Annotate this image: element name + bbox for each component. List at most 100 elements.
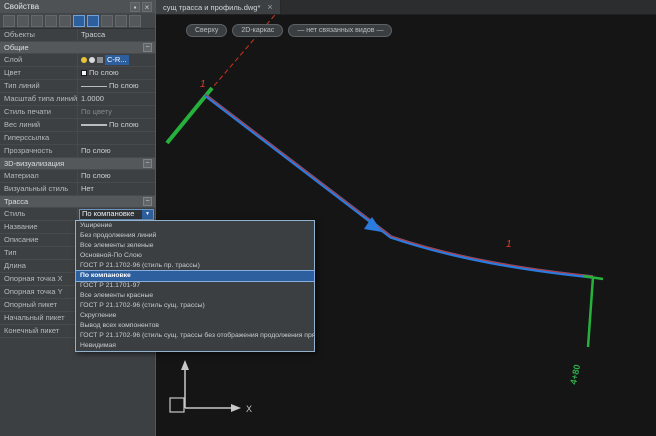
layer-label: Слой [0,54,78,66]
style-dropdown-list: Уширение Без продолжения линий Все элеме… [75,220,315,352]
document-tabbar: сущ трасса и профиль.dwg* × [156,0,656,15]
dropdown-item[interactable]: Без продолжения линий [76,231,314,241]
dropdown-item[interactable]: Вывод всех компонентов [76,321,314,331]
linetype-label: Тип линий [0,80,78,92]
objects-value[interactable]: Трасса [78,29,155,41]
view-direction-button[interactable]: Сверху [186,24,227,37]
layer-freeze-icon[interactable] [89,57,95,63]
dropdown-item[interactable]: ГОСТ Р 21.1702-96 (стиль сущ. трассы) [76,301,314,311]
panel-toolbar [0,13,155,29]
linetype-value[interactable]: По слою [78,80,155,92]
section-3d-visualization[interactable]: 3D-визуализация − [0,158,155,170]
property-row-hyperlink: Гиперссылка [0,132,155,145]
section-general-label: Общие [4,43,29,52]
curve-number-label: 1 [506,239,512,250]
color-value[interactable]: По слою [78,67,155,79]
style-combobox-text: По компановке [80,208,142,220]
length-label: Длина [0,260,78,272]
panel-toolbar-icon[interactable] [115,15,127,27]
layer-value[interactable]: C-R... [78,54,155,66]
properties-panel: Свойства ▪ × Объекты Трасса Общие − [0,0,156,436]
panel-toolbar-icon[interactable] [31,15,43,27]
station-text-label: 4+80 [568,363,582,385]
drawing-area[interactable]: сущ трасса и профиль.dwg* × Сверху 2D-ка… [156,0,656,436]
panel-toolbar-icon[interactable] [17,15,29,27]
objects-row: Объекты Трасса [0,29,155,42]
panel-toolbar-icon[interactable] [87,15,99,27]
app-window: Свойства ▪ × Объекты Трасса Общие − [0,0,656,436]
dropdown-item[interactable]: Все элементы красные [76,291,314,301]
property-row-material: Материал По слою [0,170,155,183]
panel-toolbar-icon[interactable] [59,15,71,27]
collapse-icon[interactable]: − [143,159,152,168]
hyperlink-label: Гиперссылка [0,132,78,144]
ref-station-label: Опорный пикет [0,299,78,311]
chevron-down-icon[interactable]: ▼ [142,210,153,219]
tab-title: сущ трасса и профиль.dwg* [163,3,260,12]
linetype-scale-value[interactable]: 1.0000 [78,93,155,105]
layer-lock-icon[interactable] [97,57,103,63]
dropdown-item[interactable]: Основной-По Слою [76,251,314,261]
start-station-label: Начальный пикет [0,312,78,324]
material-value[interactable]: По слою [78,170,155,182]
type-label: Тип [0,247,78,259]
style-value: По компановке ▼ [78,208,155,220]
hyperlink-value[interactable] [78,132,155,144]
panel-toolbar-icon[interactable] [45,15,57,27]
property-row-transparency: Прозрачность По слою [0,145,155,158]
panel-title: Свойства [4,2,39,11]
lineweight-value[interactable]: По слою [78,119,155,131]
visual-style-button[interactable]: 2D-каркас [232,24,283,37]
curve-number-label: 1 [200,79,206,90]
linetype-sample-icon [81,86,107,87]
station-marker-line[interactable] [588,277,593,347]
linked-views-button[interactable]: — нет связанных видов — [288,24,392,37]
tab-close-icon[interactable]: × [267,3,272,12]
dropdown-item[interactable]: ГОСТ Р 21.1702-96 (стиль сущ. трассы без… [76,331,314,341]
dropdown-item[interactable]: ГОСТ Р 21.1701-97 [76,281,314,291]
property-row-linetype-scale: Масштаб типа линий 1.0000 [0,93,155,106]
plot-style-value: По цвету [78,106,155,118]
property-row-lineweight: Вес линий По слою [0,119,155,132]
dropdown-item-selected[interactable]: По компановке [76,271,314,281]
layer-name[interactable]: C-R... [105,55,129,65]
dropdown-item[interactable]: Уширение [76,221,314,231]
panel-toolbar-icon[interactable] [129,15,141,27]
dropdown-item[interactable]: Невидимая [76,341,314,351]
section-trassa[interactable]: Трасса − [0,196,155,208]
lineweight-text: По слою [109,119,139,131]
panel-toolbar-icon[interactable] [3,15,15,27]
linetype-text: По слою [109,80,139,92]
style-label: Стиль [0,208,78,220]
collapse-icon[interactable]: − [143,197,152,206]
panel-titlebar[interactable]: Свойства ▪ × [0,0,155,13]
visual-style-value[interactable]: Нет [78,183,155,195]
property-row-plot-style: Стиль печати По цвету [0,106,155,119]
end-station-label: Конечный пикет [0,325,78,337]
property-row-linetype: Тип линий По слою [0,80,155,93]
dropdown-item[interactable]: ГОСТ Р 21.1702-96 (стиль пр. трассы) [76,261,314,271]
lineweight-sample-icon [81,124,107,126]
transparency-value[interactable]: По слою [78,145,155,157]
pin-icon[interactable]: ▪ [130,2,140,12]
property-row-color: Цвет По слою [0,67,155,80]
objects-label: Объекты [0,29,78,41]
x-axis-label: X [246,404,252,414]
section-general[interactable]: Общие − [0,42,155,54]
panel-toolbar-icon[interactable] [73,15,85,27]
viewport-controls: Сверху 2D-каркас — нет связанных видов — [186,24,392,37]
lineweight-label: Вес линий [0,119,78,131]
collapse-icon[interactable]: − [143,43,152,52]
transparency-label: Прозрачность [0,145,78,157]
layer-on-icon[interactable] [81,57,87,63]
style-combobox[interactable]: По компановке ▼ [79,209,154,220]
panel-toolbar-icon[interactable] [101,15,113,27]
property-row-visual-style: Визуальный стиль Нет [0,183,155,196]
property-row-layer: Слой C-R... [0,54,155,67]
dropdown-item[interactable]: Скругление [76,311,314,321]
tab-drawing[interactable]: сущ трасса и профиль.dwg* × [156,0,281,14]
color-text: По слою [89,67,119,79]
description-label: Описание [0,234,78,246]
dropdown-item[interactable]: Все элементы зеленые [76,241,314,251]
close-icon[interactable]: × [142,2,152,12]
